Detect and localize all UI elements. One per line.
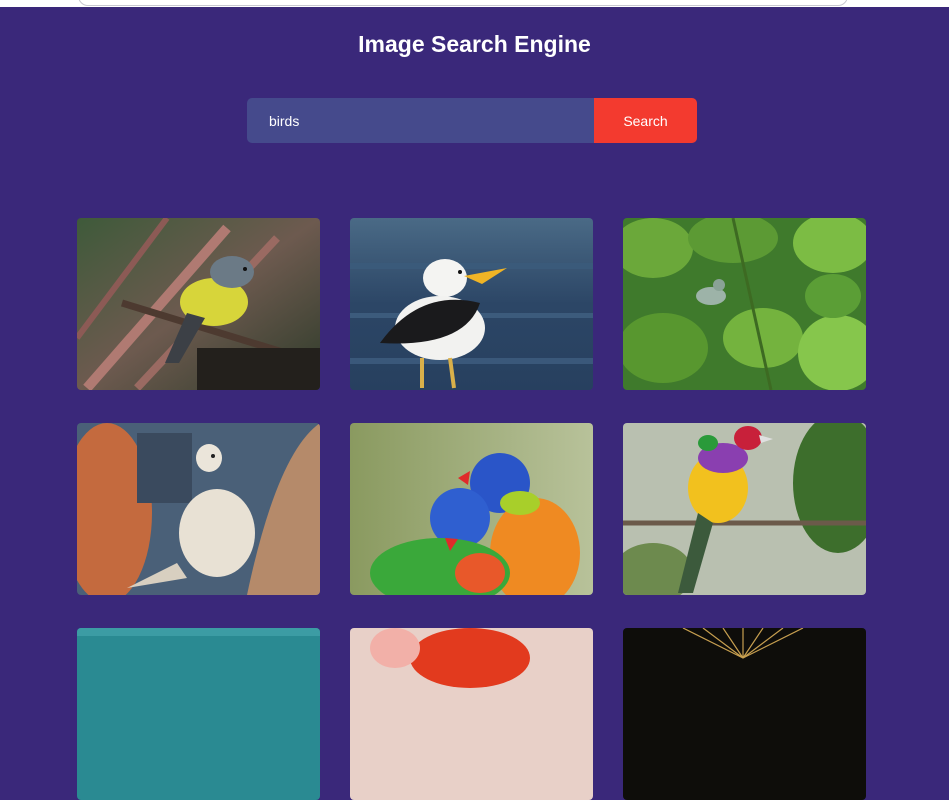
browser-top-strip xyxy=(0,0,949,7)
result-image-6[interactable] xyxy=(623,423,866,595)
search-form: Search xyxy=(247,98,697,143)
image-results-grid xyxy=(77,218,866,800)
result-image-7[interactable] xyxy=(77,628,320,800)
result-image-9[interactable] xyxy=(623,628,866,800)
search-button[interactable]: Search xyxy=(594,98,697,143)
result-image-5[interactable] xyxy=(350,423,593,595)
result-image-2[interactable] xyxy=(350,218,593,390)
page-title: Image Search Engine xyxy=(358,31,591,57)
result-image-8[interactable] xyxy=(350,628,593,800)
result-image-3[interactable] xyxy=(623,218,866,390)
result-image-4[interactable] xyxy=(77,423,320,595)
browser-address-bar[interactable] xyxy=(78,0,848,6)
result-image-1[interactable] xyxy=(77,218,320,390)
search-input[interactable] xyxy=(247,98,594,143)
